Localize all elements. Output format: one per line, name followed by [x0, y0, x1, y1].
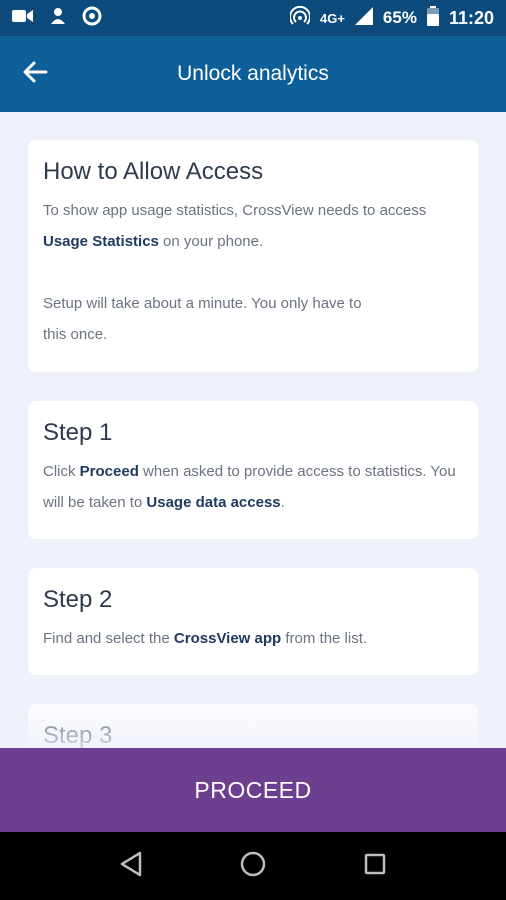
nav-home-button[interactable]	[228, 841, 278, 891]
bold-text: Usage Statistics	[43, 233, 159, 250]
card-title: Step 1	[43, 419, 113, 446]
card-step-2: Step 2 Find and select the CrossView app…	[28, 568, 478, 675]
text-segment: Find and select the	[43, 630, 174, 647]
proceed-button[interactable]: PROCEED	[0, 748, 506, 832]
bold-text: CrossView app	[173, 630, 282, 647]
nav-recents-button[interactable]	[350, 841, 400, 891]
status-right: 4G+ 65% 11:20	[288, 5, 494, 31]
app-bar: Unlock analytics	[0, 36, 506, 112]
bold-text: Proceed	[79, 463, 139, 480]
nav-back-button[interactable]	[106, 841, 156, 891]
card-text: Setup will take about a minute. You only…	[43, 295, 362, 343]
signal-icon	[354, 6, 373, 30]
recents-square-icon	[363, 852, 387, 881]
back-triangle-icon	[119, 851, 143, 882]
card-text: Find and select the CrossView app from t…	[43, 623, 463, 654]
text-segment: To show app usage statistics, CrossView …	[43, 202, 427, 219]
card-text: Click Proceed when asked to provide acce…	[43, 456, 463, 518]
video-camera-icon	[12, 8, 34, 29]
battery-percent: 65%	[382, 8, 417, 27]
status-bar: 4G+ 65% 11:20	[0, 0, 506, 36]
card-step-3: Step 3	[28, 704, 478, 748]
battery-icon	[426, 5, 439, 31]
text-segment: Click	[43, 463, 80, 480]
card-step-1: Step 1 Click Proceed when asked to provi…	[28, 401, 478, 539]
home-circle-icon	[239, 850, 267, 883]
hotspot-icon	[288, 5, 311, 31]
bold-text: Usage data access	[146, 494, 281, 511]
text-segment: on your phone.	[158, 233, 264, 250]
navigation-bar	[0, 832, 506, 900]
card-text: To show app usage statistics, CrossView …	[43, 195, 463, 257]
notification-icon	[48, 6, 68, 31]
card-title: How to Allow Access	[43, 158, 264, 185]
circle-app-icon	[82, 6, 102, 31]
clock: 11:20	[448, 7, 494, 28]
status-left-icons	[12, 6, 102, 31]
text-segment: .	[280, 494, 285, 511]
network-type: 4G+	[319, 10, 345, 26]
card-title: Step 3	[43, 722, 113, 748]
card-how-to-allow-access: How to Allow Access To show app usage st…	[28, 140, 478, 372]
arrow-left-icon	[22, 60, 48, 89]
instructions-list[interactable]: How to Allow Access To show app usage st…	[0, 112, 506, 748]
page-title: Unlock analytics	[177, 62, 329, 85]
text-segment: from the list.	[281, 630, 368, 647]
back-button[interactable]	[0, 36, 70, 112]
card-title: Step 2	[43, 586, 113, 613]
